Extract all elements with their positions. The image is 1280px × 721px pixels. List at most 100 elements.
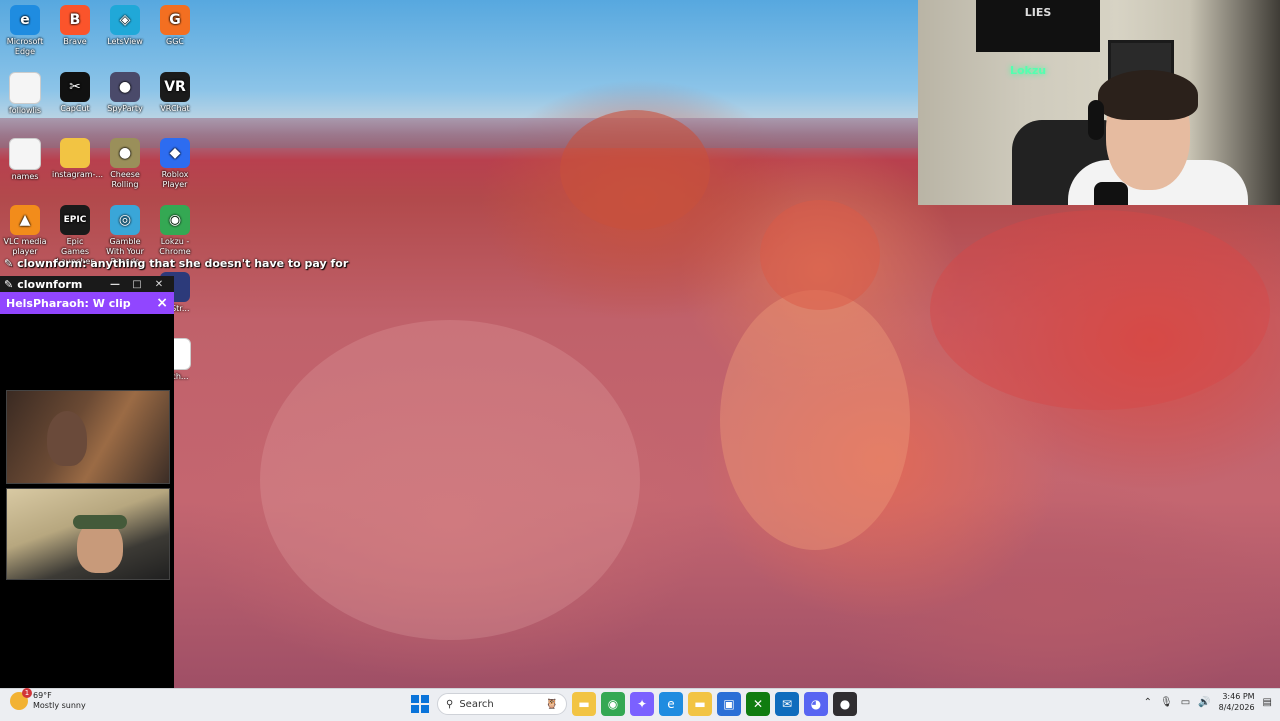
chat-overlay-text: anything that she doesn't have to pay fo… (90, 257, 349, 270)
desktop-icon[interactable]: ◉ Lokzu - Chrome (152, 205, 198, 257)
wallpaper-rock (760, 200, 880, 310)
desktop-icon-label: Lokzu - Chrome (159, 237, 191, 256)
discord-icon[interactable]: ◕ (804, 692, 828, 716)
file-explorer-icon[interactable]: ▬ (572, 692, 596, 716)
microphone-icon[interactable]: 🎙 (1160, 697, 1173, 708)
desktop-icon[interactable]: names (2, 138, 48, 182)
obs-icon[interactable]: ● (833, 692, 857, 716)
windows-start-icon[interactable] (408, 692, 432, 716)
chat-window-title: clownform (17, 277, 83, 291)
desktop-icon[interactable]: ● SpyParty (102, 72, 148, 114)
wall-poster: LIES (976, 0, 1100, 52)
desktop-icon[interactable]: instagram-... (52, 138, 104, 180)
desktop-icon-label: followlis (8, 106, 42, 115)
weather-widget[interactable]: 1 69°F Mostly sunny (10, 688, 86, 711)
chat-window-titlebar[interactable]: ✎ clownform — □ ✕ (0, 276, 174, 292)
desktop-icon[interactable]: ▲ VLC media player (2, 205, 48, 257)
maximize-button[interactable]: □ (126, 279, 148, 290)
roblox-icon: ◆ (160, 138, 190, 168)
system-tray: ⌃ 🎙 ▭ 🔊 3:46 PM 8/4/2026 ▤ (1144, 691, 1272, 713)
desktop-icon-label: CapCut (60, 104, 90, 113)
volume-icon[interactable]: 🔊 (1198, 697, 1210, 708)
vrchat-icon: VR (160, 72, 190, 102)
desktop-icon-label: Brave (63, 37, 87, 46)
neon-sign: Lokzu (1009, 64, 1047, 77)
letsview-icon: ◈ (110, 5, 140, 35)
search-highlight-icon: 🦉 (545, 698, 558, 710)
chat-highlight-banner: HelsPharaoh: W clip × (0, 292, 174, 314)
desktop-icon[interactable]: ◆ Roblox Player (152, 138, 198, 190)
desktop-icon-label: GGC (166, 37, 184, 46)
network-icon[interactable]: ▭ (1181, 697, 1190, 708)
chat-overlay-message: ✎ clownform: anything that she doesn't h… (4, 257, 349, 270)
folder-icon[interactable]: ▬ (688, 692, 712, 716)
spyparty-icon: ● (110, 72, 140, 102)
weather-description: Mostly sunny (33, 701, 86, 710)
desktop-icon[interactable]: G GGC (152, 5, 198, 47)
chat-window[interactable]: ✎ clownform — □ ✕ HelsPharaoh: W clip × (0, 276, 174, 688)
desktop-icon-label: Roblox Player (161, 170, 189, 189)
desktop-icon-label: LetsView (107, 37, 143, 46)
chrome-icon[interactable]: ◉ (601, 692, 625, 716)
desktop-icon-label: SpyParty (107, 104, 143, 113)
chat-highlight-text: HelsPharaoh: W clip (6, 296, 131, 310)
clock-time: 3:46 PM (1222, 692, 1255, 701)
chrome-icon: ◉ (160, 205, 190, 235)
close-banner-button[interactable]: × (156, 295, 168, 311)
brave-icon: B (60, 5, 90, 35)
folder-icon (60, 138, 90, 168)
desktop-icon[interactable]: followlis (2, 72, 48, 116)
wallpaper-rock (560, 110, 710, 230)
clock-date: 8/4/2026 (1218, 703, 1255, 712)
edge-icon: e (10, 5, 40, 35)
epic-games-icon: EPIC (60, 205, 90, 235)
search-icon: ⚲ (446, 698, 454, 710)
vlc-icon: ▲ (10, 205, 40, 235)
weather-temperature: 69°F (33, 691, 52, 700)
streamer-hair (1098, 70, 1198, 120)
taskbar-apps: ▬ ◉ ✦ e ▬ ▣ ✕ ✉ ◕ ● (572, 692, 857, 716)
text-file-icon (9, 138, 41, 170)
wallpaper-rock (720, 290, 910, 550)
desktop-icon-label: VLC media player (3, 237, 47, 256)
desktop-icon[interactable]: B Brave (52, 5, 98, 47)
streamer-webcam: LIES Lokzu (918, 0, 1280, 205)
desktop-icon-label: instagram-... (52, 170, 104, 179)
participant-video-1 (6, 390, 170, 484)
microphone (1094, 182, 1128, 205)
headphones-icon (1088, 100, 1104, 140)
desktop-icon[interactable]: e Microsoft Edge (2, 5, 48, 57)
desktop-icon[interactable]: VR VRChat (152, 72, 198, 114)
chat-pin-icon: ✎ (4, 257, 14, 270)
sun-icon: 1 (10, 688, 32, 710)
desktop-icon-label: Cheese Rolling (110, 170, 140, 189)
ggc-icon: G (160, 5, 190, 35)
taskbar-center: ⚲ Search 🦉 ▬ ◉ ✦ e ▬ ▣ ✕ ✉ ◕ ● (408, 692, 857, 716)
search-placeholder: Search (459, 698, 494, 710)
xbox-icon[interactable]: ✕ (746, 692, 770, 716)
wallpaper-rock (930, 210, 1270, 410)
desktop-icon[interactable]: ◈ LetsView (102, 5, 148, 47)
desktop-icon[interactable]: ● Cheese Rolling (102, 138, 148, 190)
copilot-icon[interactable]: ✦ (630, 692, 654, 716)
chat-overlay-username: clownform (17, 257, 83, 270)
pin-icon[interactable]: ✎ (4, 278, 13, 291)
outlook-icon[interactable]: ✉ (775, 692, 799, 716)
text-file-icon (9, 72, 41, 104)
participant-video-2 (6, 488, 170, 580)
desktop-icon[interactable]: ✂ CapCut (52, 72, 98, 114)
wallpaper-rock (260, 320, 640, 640)
gamble-icon: ◎ (110, 205, 140, 235)
close-window-button[interactable]: ✕ (148, 279, 170, 290)
store-icon[interactable]: ▣ (717, 692, 741, 716)
notification-bell-icon[interactable]: ▤ (1263, 697, 1272, 708)
capcut-icon: ✂ (60, 72, 90, 102)
minimize-button[interactable]: — (104, 279, 126, 290)
chevron-up-icon[interactable]: ⌃ (1144, 697, 1152, 708)
clock[interactable]: 3:46 PM 8/4/2026 (1219, 691, 1255, 713)
taskbar-search[interactable]: ⚲ Search 🦉 (437, 693, 567, 715)
edge-icon[interactable]: e (659, 692, 683, 716)
desktop-icon-label: Microsoft Edge (6, 37, 44, 56)
notification-badge: 1 (22, 688, 32, 698)
desktop-icon-label: VRChat (160, 104, 190, 113)
